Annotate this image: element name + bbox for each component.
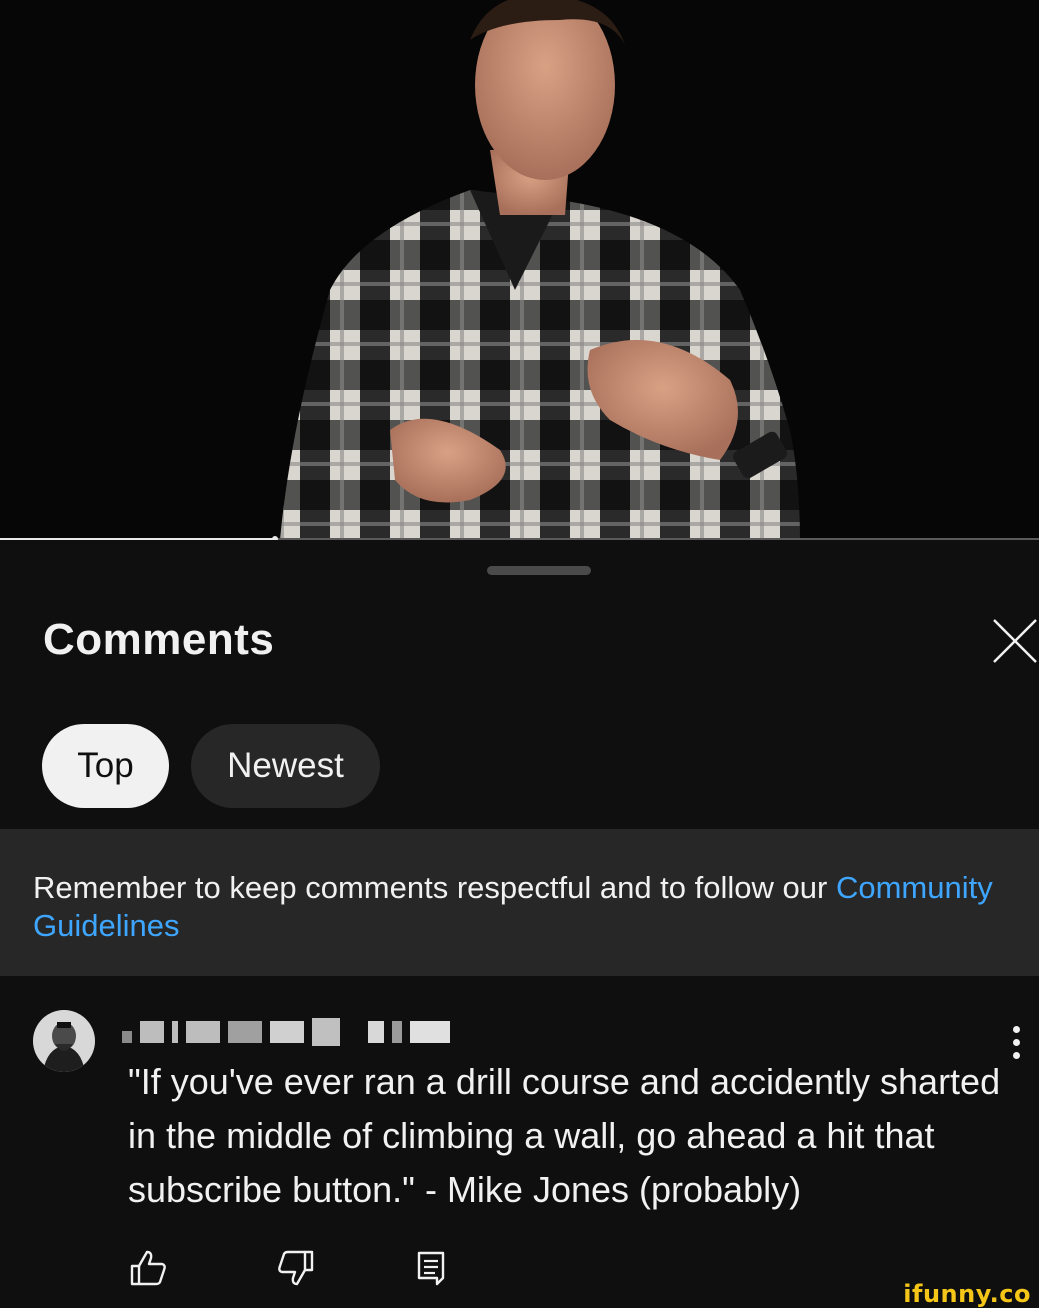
video-frame-image: [0, 0, 1039, 540]
screen: Comments Top Newest Remember to keep com…: [0, 0, 1039, 1308]
close-icon: [992, 619, 1037, 663]
notice-text: Remember to keep comments respectful and…: [33, 870, 836, 905]
community-notice: Remember to keep comments respectful and…: [0, 829, 1039, 976]
comment-actions: [128, 1248, 451, 1288]
sort-chips: Top Newest: [42, 724, 380, 808]
more-vert-icon: [1012, 1025, 1020, 1033]
sheet-drag-handle[interactable]: [487, 566, 591, 575]
sort-chip-top[interactable]: Top: [42, 724, 169, 808]
dislike-button[interactable]: [276, 1248, 316, 1288]
thumbs-down-icon: [278, 1250, 314, 1286]
thumbs-up-icon: [130, 1250, 166, 1286]
video-player[interactable]: [0, 0, 1039, 540]
close-button[interactable]: [988, 615, 1039, 665]
reply-button[interactable]: [411, 1248, 451, 1288]
video-progress-thumb[interactable]: [272, 536, 279, 540]
like-button[interactable]: [128, 1248, 168, 1288]
comment-text: "If you've ever ran a drill course and a…: [128, 1061, 1001, 1210]
reply-icon: [417, 1251, 445, 1286]
watermark: ifunny.co: [903, 1280, 1031, 1308]
avatar-image: [33, 1010, 95, 1072]
video-progress-fill: [0, 538, 276, 540]
comments-sheet: Comments Top Newest Remember to keep com…: [0, 543, 1039, 1308]
comments-title: Comments: [43, 615, 275, 664]
comment-author-redacted[interactable]: [122, 1017, 450, 1047]
video-progress-bar[interactable]: [0, 536, 1039, 540]
avatar[interactable]: [33, 1010, 95, 1072]
sort-chip-newest[interactable]: Newest: [191, 724, 380, 808]
